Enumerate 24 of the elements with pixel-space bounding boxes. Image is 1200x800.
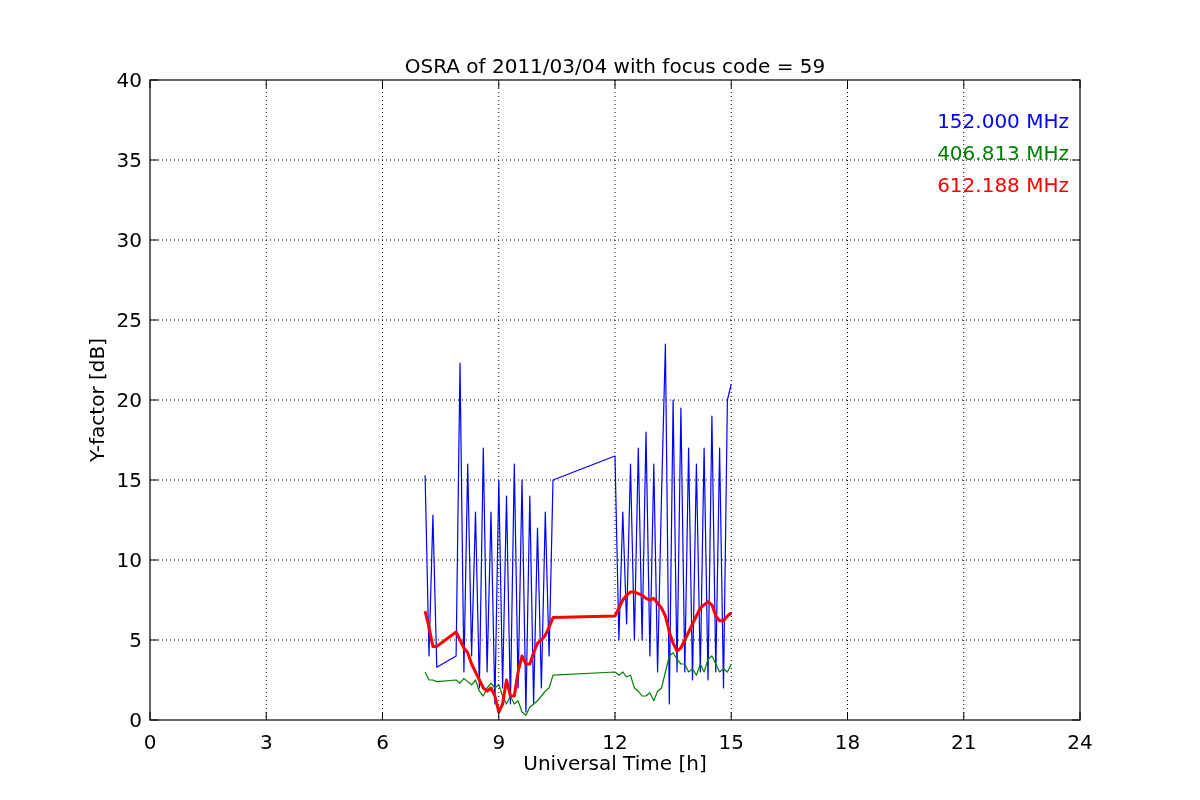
y-tick-label: 35 — [116, 148, 142, 172]
y-tick-label: 25 — [116, 308, 142, 332]
legend-label: 612.188 MHz — [937, 173, 1069, 197]
y-tick-label: 40 — [116, 68, 142, 92]
y-axis-label: Y-factor [dB] — [85, 338, 109, 462]
x-axis-label: Universal Time [h] — [523, 751, 707, 775]
x-tick-label: 21 — [951, 730, 977, 754]
legend-label: 152.000 MHz — [937, 109, 1069, 133]
y-tick-label: 0 — [129, 708, 142, 732]
x-tick-label: 0 — [143, 730, 157, 754]
chart-title: OSRA of 2011/03/04 with focus code = 59 — [404, 54, 826, 78]
x-tick-label: 12 — [602, 730, 628, 754]
x-tick-label: 24 — [1067, 730, 1093, 754]
x-tick-label: 15 — [718, 730, 744, 754]
y-tick-label: 15 — [116, 468, 142, 492]
x-tick-label: 9 — [492, 730, 506, 754]
x-tick-label: 6 — [376, 730, 389, 754]
y-tick-label: 10 — [116, 548, 142, 572]
x-tick-label: 3 — [259, 730, 273, 754]
x-tick-label: 18 — [834, 730, 861, 754]
y-tick-label: 5 — [129, 628, 142, 652]
legend-label: 406.813 MHz — [937, 141, 1069, 165]
y-tick-label: 20 — [116, 388, 142, 412]
y-tick-label: 30 — [116, 228, 142, 252]
